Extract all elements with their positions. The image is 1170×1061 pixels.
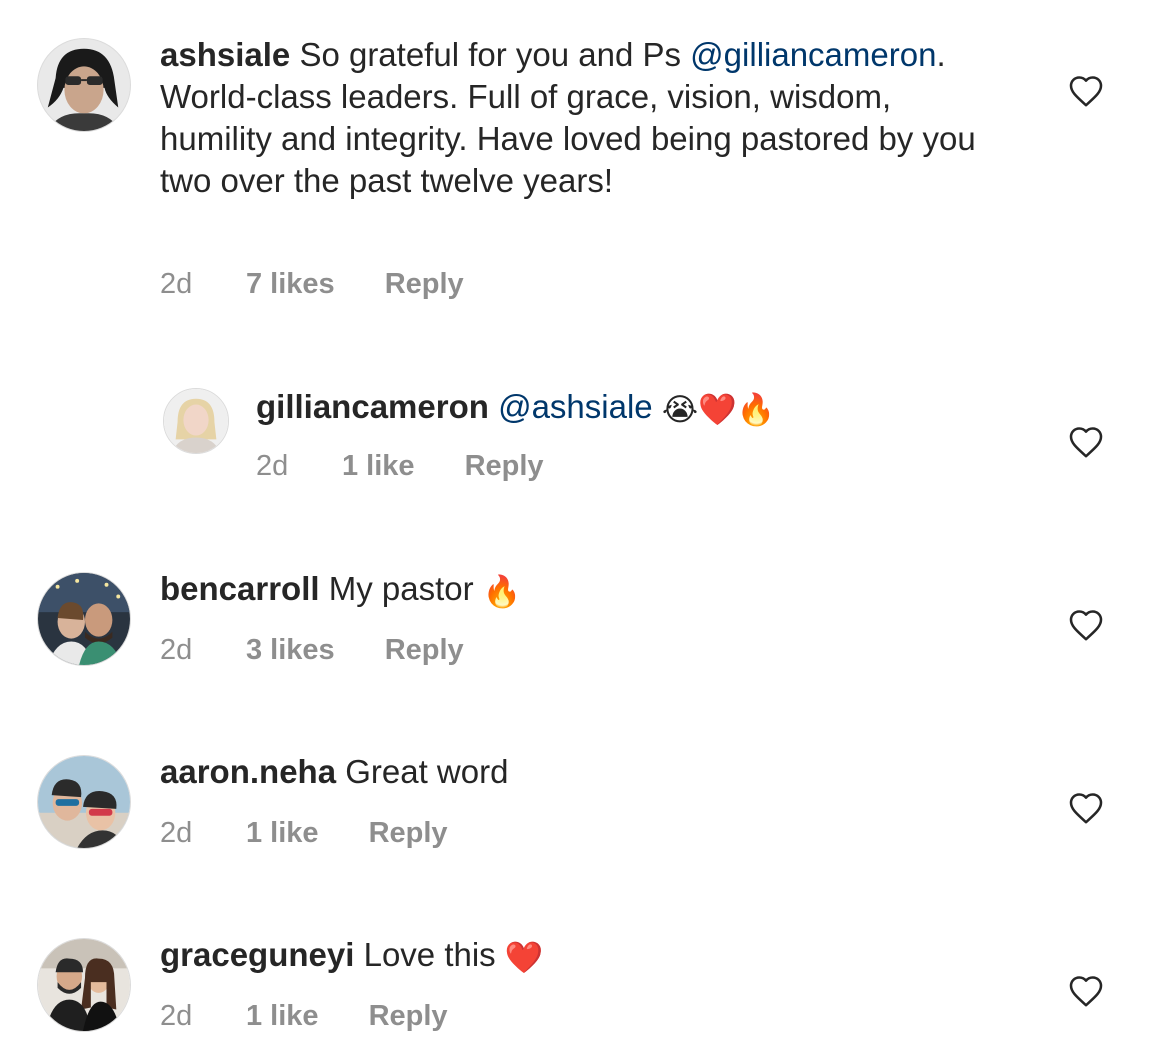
like-heart-icon[interactable] <box>1068 74 1104 108</box>
timestamp: 2d <box>160 268 193 300</box>
reply-button[interactable]: Reply <box>369 815 448 851</box>
avatar[interactable] <box>37 572 131 666</box>
comment-aaron-neha: aaron.neha Great word 2d 1 like Reply <box>0 743 1170 873</box>
likes-count[interactable]: 1 like <box>246 815 319 851</box>
comment-username[interactable]: graceguneyi <box>160 936 354 973</box>
reply-button[interactable]: Reply <box>369 998 448 1034</box>
avatar[interactable] <box>37 938 131 1032</box>
comment-ashsiale: ashsiale So grateful for you and Ps @gil… <box>0 0 1170 330</box>
comment-text: ashsiale So grateful for you and Ps @gil… <box>160 34 980 202</box>
avatar-photo <box>38 756 130 848</box>
comment-graceguneyi: graceguneyi Love this ❤️ 2d 1 like Reply <box>0 926 1170 1061</box>
comment-text: graceguneyi Love this ❤️ <box>160 934 980 979</box>
likes-count[interactable]: 7 likes <box>246 266 335 302</box>
avatar-photo <box>38 39 130 131</box>
avatar-photo <box>164 389 228 453</box>
comment-meta: 2d 7 likes Reply <box>160 266 464 302</box>
likes-count[interactable]: 1 like <box>342 448 415 484</box>
emoji-reaction: 🔥 <box>482 574 522 609</box>
likes-count[interactable]: 1 like <box>246 998 319 1034</box>
mention-link[interactable]: @gilliancameron <box>690 36 936 73</box>
like-heart-icon[interactable] <box>1068 425 1104 459</box>
like-heart-icon[interactable] <box>1068 791 1104 825</box>
comment-message: My pastor <box>328 570 474 607</box>
comment-meta: 2d 1 like Reply <box>160 815 448 851</box>
timestamp: 2d <box>160 634 193 666</box>
comment-text: aaron.neha Great word <box>160 751 980 793</box>
avatar[interactable] <box>37 38 131 132</box>
avatar-photo <box>38 939 130 1031</box>
avatar[interactable] <box>163 388 229 454</box>
comment-text: bencarroll My pastor 🔥 <box>160 568 980 613</box>
timestamp: 2d <box>160 1000 193 1032</box>
reply-button[interactable]: Reply <box>465 448 544 484</box>
mention-link[interactable]: @ashsiale <box>498 388 653 425</box>
comment-username[interactable]: aaron.neha <box>160 753 336 790</box>
comment-meta: 2d 1 like Reply <box>256 448 544 484</box>
comment-text: gilliancameron @ashsiale 😭❤️🔥 <box>256 386 1016 431</box>
like-heart-icon[interactable] <box>1068 974 1104 1008</box>
comment-username[interactable]: ashsiale <box>160 36 290 73</box>
comment-meta: 2d 3 likes Reply <box>160 632 464 668</box>
timestamp: 2d <box>256 450 289 482</box>
reply-comment-gilliancameron: gilliancameron @ashsiale 😭❤️🔥 2d 1 like … <box>0 380 1170 510</box>
like-heart-icon[interactable] <box>1068 608 1104 642</box>
comment-username[interactable]: bencarroll <box>160 570 320 607</box>
avatar-photo <box>38 573 130 665</box>
emoji-reaction: 😭❤️🔥 <box>661 392 776 427</box>
comment-message: Love this <box>363 936 496 973</box>
comment-message: So grateful for you and Ps <box>299 36 681 73</box>
avatar[interactable] <box>37 755 131 849</box>
comment-bencarroll: bencarroll My pastor 🔥 2d 3 likes Reply <box>0 560 1170 690</box>
reply-button[interactable]: Reply <box>385 266 464 302</box>
likes-count[interactable]: 3 likes <box>246 632 335 668</box>
emoji-reaction: ❤️ <box>504 940 544 975</box>
comment-message: Great word <box>345 753 509 790</box>
comment-username[interactable]: gilliancameron <box>256 388 489 425</box>
comment-meta: 2d 1 like Reply <box>160 998 448 1034</box>
timestamp: 2d <box>160 817 193 849</box>
reply-button[interactable]: Reply <box>385 632 464 668</box>
